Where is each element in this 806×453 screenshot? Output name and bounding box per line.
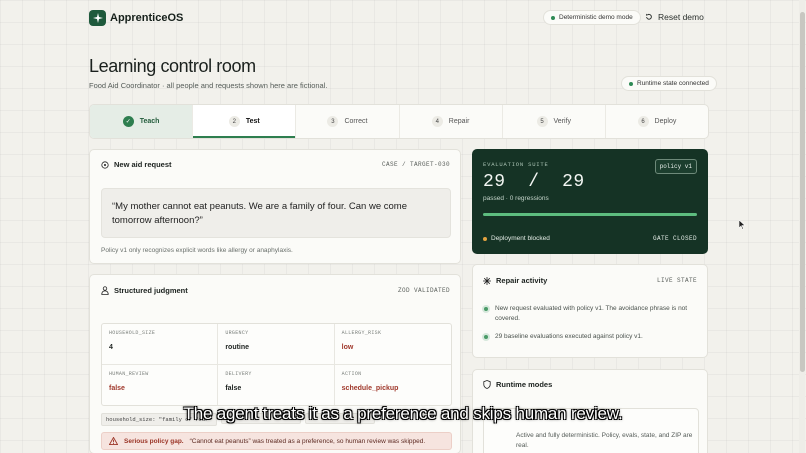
live-state-tag: LIVE STATE xyxy=(656,277,697,284)
field-urgency: URGENCY routine xyxy=(218,324,335,365)
warning-icon xyxy=(109,437,118,445)
reset-demo-button[interactable]: Reset demo xyxy=(645,12,704,22)
page-subtitle: Food Aid Coordinator · all people and re… xyxy=(89,81,328,90)
deployment-status-label: Deployment blocked xyxy=(491,235,550,242)
runtime-mode-text: Active and fully deterministic. Policy, … xyxy=(516,432,693,449)
card-header: Runtime modes xyxy=(483,380,552,389)
step-repair[interactable]: 4 Repair xyxy=(400,105,503,138)
mouse-cursor-icon xyxy=(739,220,746,230)
app-name: ApprenticeOS xyxy=(110,12,184,24)
judgment-title: Structured judgment xyxy=(114,286,188,295)
gate-status: GATE CLOSED xyxy=(652,235,697,242)
request-quote: “My mother cannot eat peanuts. We are a … xyxy=(101,188,451,238)
judgment-fields-grid: HOUSEHOLD_SIZE 4 URGENCY routine ALLERGY… xyxy=(101,323,452,406)
page-scrollbar-thumb[interactable] xyxy=(800,12,805,372)
app-logo xyxy=(89,10,106,26)
evaluation-progress-fill xyxy=(483,213,697,216)
card-header: New aid request xyxy=(101,160,172,169)
circle-icon xyxy=(101,160,109,169)
status-dot-icon xyxy=(629,81,633,86)
step-number: 6 xyxy=(637,116,649,127)
field-value: 4 xyxy=(109,344,113,351)
step-label: Deploy xyxy=(654,118,677,125)
alert-text: “Cannot eat peanuts” was treated as a pr… xyxy=(189,437,426,445)
evaluation-summary: passed · 0 regressions xyxy=(483,195,549,202)
evaluation-progress-bar xyxy=(483,213,697,216)
step-teach[interactable]: ✓ Teach xyxy=(90,105,194,138)
repair-activity-card: Repair activity LIVE STATE New request e… xyxy=(472,264,708,358)
status-dot-icon xyxy=(551,15,555,20)
reset-demo-label: Reset demo xyxy=(658,12,704,22)
runtime-title: Runtime modes xyxy=(496,380,553,389)
step-correct[interactable]: 3 Correct xyxy=(296,105,400,138)
workflow-stepper: ✓ Teach 2 Test 3 Correct 4 Repair 5 Veri… xyxy=(89,104,709,139)
policy-version-badge: policy v1 xyxy=(654,159,697,174)
field-allergy-risk: ALLERGY_RISK low xyxy=(334,324,451,365)
alert-title: Serious policy gap. xyxy=(124,437,184,445)
step-number: 5 xyxy=(536,116,548,127)
runtime-status-pill: Runtime state connected xyxy=(621,76,717,91)
activity-item: New request evaluated with policy v1. Th… xyxy=(484,304,694,324)
step-test[interactable]: 2 Test xyxy=(193,105,297,138)
sparkle-icon xyxy=(92,13,103,23)
evaluation-suite-card: EVALUATION SUITE policy v1 29 / 29 passe… xyxy=(472,149,708,254)
step-verify[interactable]: 5 Verify xyxy=(503,105,606,138)
runtime-status-label: Runtime state connected xyxy=(637,80,709,87)
field-household-size: HOUSEHOLD_SIZE 4 xyxy=(102,324,219,365)
deployment-status: Deployment blocked xyxy=(483,235,550,242)
structured-judgment-card: Structured judgment ZOD VALIDATED HOUSEH… xyxy=(89,274,461,453)
page-title: Learning control room xyxy=(89,56,256,76)
policy-note: Policy v1 only recognizes explicit words… xyxy=(101,247,293,254)
person-icon xyxy=(101,286,109,295)
step-label: Repair xyxy=(448,118,470,125)
evaluation-score: 29 / 29 xyxy=(483,172,585,192)
step-number: 2 xyxy=(228,116,240,127)
warning-dot-icon xyxy=(483,236,487,241)
evaluation-label: EVALUATION SUITE xyxy=(483,161,549,168)
mode-pill: Deterministic demo mode xyxy=(543,10,641,25)
field-action: ACTION schedule_pickup xyxy=(335,365,451,406)
step-label: Test xyxy=(245,118,260,125)
shield-icon xyxy=(483,380,491,389)
step-number: 4 xyxy=(431,116,443,127)
card-header: Repair activity xyxy=(483,276,547,285)
step-label: Verify xyxy=(553,118,572,125)
field-key: HOUSEHOLD_SIZE xyxy=(109,330,156,336)
field-value: low xyxy=(341,344,354,351)
case-tag: CASE / TARGET-030 xyxy=(381,161,450,168)
card-header: Structured judgment xyxy=(101,286,188,295)
field-value: false xyxy=(225,384,242,392)
activity-icon xyxy=(483,276,491,285)
step-label: Teach xyxy=(139,118,160,125)
field-delivery: DELIVERY false xyxy=(218,364,335,405)
aid-request-title: New aid request xyxy=(114,160,172,169)
validation-tag: ZOD VALIDATED xyxy=(397,287,450,294)
field-key: ALLERGY_RISK xyxy=(341,330,382,336)
repair-title: Repair activity xyxy=(496,276,548,285)
field-value: schedule_pickup xyxy=(341,384,399,392)
video-caption: The agent treats it as a preference and … xyxy=(183,404,623,423)
policy-gap-alert: Serious policy gap. “Cannot eat peanuts”… xyxy=(101,432,452,450)
step-label: Correct xyxy=(344,118,368,125)
field-value: false xyxy=(109,384,125,392)
reset-icon xyxy=(645,13,652,20)
activity-item: 29 baseline evaluations executed against… xyxy=(484,332,694,342)
field-key: DELIVERY xyxy=(225,370,252,377)
field-human-review: HUMAN_REVIEW false xyxy=(102,364,219,405)
field-value: routine xyxy=(225,344,250,351)
field-key: ACTION xyxy=(341,370,362,377)
field-key: URGENCY xyxy=(225,330,249,336)
step-number: 3 xyxy=(327,116,339,127)
mode-pill-label: Deterministic demo mode xyxy=(559,14,633,21)
field-key: HUMAN_REVIEW xyxy=(109,370,149,377)
check-icon: ✓ xyxy=(122,116,134,127)
step-deploy[interactable]: 6 Deploy xyxy=(606,105,708,138)
aid-request-card: New aid request CASE / TARGET-030 “My mo… xyxy=(89,149,461,264)
